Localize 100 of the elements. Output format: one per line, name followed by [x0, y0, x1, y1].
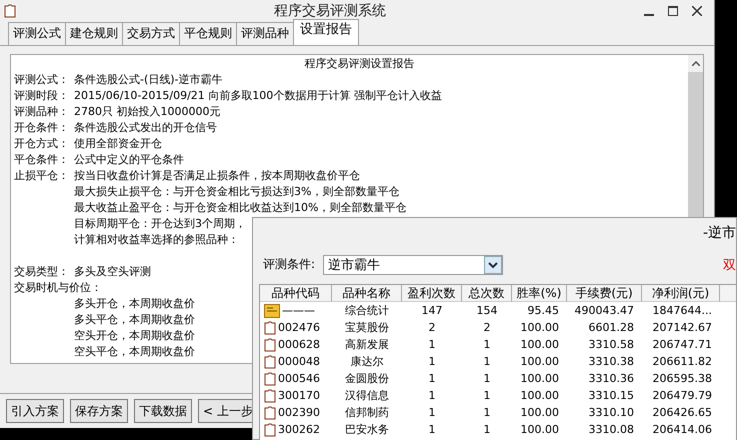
- close-icon[interactable]: [692, 6, 702, 16]
- table-cell: 1: [428, 406, 436, 419]
- report-label: 评测时段：: [14, 88, 70, 104]
- table-cell: 206611.82: [652, 355, 712, 368]
- document-icon: [264, 372, 276, 386]
- table-cell: 1: [484, 372, 490, 385]
- table-cell: 1: [428, 338, 436, 351]
- table-cell: 金圆股份: [345, 372, 389, 385]
- report-value: 条件选股公式-(日线)-逆市霸牛: [74, 72, 223, 88]
- report-value: 公式中定义的平仓条件: [74, 152, 184, 168]
- app-icon: [4, 4, 16, 18]
- report-value: 多头开仓，本周期收盘价: [74, 296, 195, 312]
- report-value: 2015/06/10-2015/09/21 向前多取100个数据用于计算 强制平仓计入收益: [74, 88, 442, 104]
- report-value: 2780只 初始投入1000000元: [74, 104, 220, 120]
- table-cell: 100.00: [520, 355, 559, 368]
- report-label: 开仓条件：: [14, 120, 70, 136]
- report-value: 计算相对收益率选择的参照品种：: [74, 232, 239, 248]
- condition-dropdown[interactable]: 逆市霸牛: [323, 254, 504, 274]
- table-cell: 3310.08: [588, 423, 634, 436]
- table-cell: 100.00: [520, 389, 559, 402]
- table-cell: 3310.15: [588, 389, 634, 402]
- table-cell: 490043.47: [574, 304, 634, 317]
- table-cell-text: 000546: [278, 371, 320, 387]
- hint-text: 双: [723, 256, 736, 274]
- table-cell-text: 002390: [278, 405, 320, 421]
- table-cell-text: 300262: [278, 422, 320, 438]
- table-cell: 高新发展: [345, 338, 389, 351]
- table-cell: 康达尔: [350, 355, 384, 368]
- table-cell: 1: [428, 372, 436, 385]
- report-value: 空头开仓，本周期收盘价: [74, 328, 195, 344]
- report-value: 多头及空头评测: [74, 264, 151, 280]
- table-cell: 1: [484, 389, 490, 402]
- table-cell: 巴安水务: [345, 423, 389, 436]
- document-icon: [264, 320, 276, 334]
- table-cell: 1: [484, 338, 490, 351]
- table-cell: 3310.38: [588, 355, 634, 368]
- column-header[interactable]: 手续费(元): [567, 285, 642, 302]
- table-cell-text: 000048: [278, 354, 320, 370]
- toolbar-button[interactable]: 下载数据: [134, 399, 192, 423]
- table-cell: 信邦制药: [345, 406, 389, 419]
- table-cell: 154: [476, 304, 498, 317]
- table-cell: 1847644...: [652, 304, 712, 317]
- report-value: 多头平仓，本周期收盘价: [74, 312, 195, 328]
- report-label: 止损平仓：: [14, 168, 70, 184]
- report-label: 平仓条件：: [14, 152, 70, 168]
- table-cell: 6601.28: [588, 321, 634, 334]
- column-header[interactable]: 品种名称: [332, 285, 402, 302]
- tab[interactable]: 设置报告: [293, 19, 359, 45]
- document-icon: [264, 354, 276, 368]
- report-label: 开仓方式：: [14, 136, 70, 152]
- report-value: 空头平仓，本周期收盘价: [74, 344, 195, 360]
- table-cell: 2: [428, 321, 436, 334]
- column-header[interactable]: 胜率(%): [512, 285, 567, 302]
- table-cell: 3310.58: [588, 338, 634, 351]
- table-cell: 206426.65: [652, 406, 712, 419]
- toolbar-button[interactable]: 保存方案: [70, 399, 128, 423]
- window-title: 程序交易评测系统: [273, 2, 387, 20]
- table-cell-text: 002476: [278, 320, 320, 336]
- table-cell-text: 300170: [278, 388, 320, 404]
- table-cell: 100.00: [520, 338, 559, 351]
- table-cell: 1: [484, 406, 490, 419]
- table-cell: 100.00: [520, 406, 559, 419]
- table-cell: 1: [484, 355, 490, 368]
- scroll-up-icon[interactable]: [692, 61, 700, 66]
- maximize-icon[interactable]: [668, 6, 678, 16]
- table-cell-text: 000628: [278, 337, 320, 353]
- column-header[interactable]: 品种代码: [260, 285, 332, 302]
- report-label: 交易时机与价位：: [14, 280, 102, 296]
- table-cell: 1: [428, 389, 436, 402]
- table-cell: 1: [484, 423, 490, 436]
- report-label: 评测公式：: [14, 72, 70, 88]
- table-cell: 206747.71: [652, 338, 712, 351]
- table-cell: 100.00: [520, 372, 559, 385]
- report-value: 使用全部资金开仓: [74, 136, 162, 152]
- column-header[interactable]: 总次数: [462, 285, 512, 302]
- report-value: 最大损失止损平仓：与开仓资金相比亏损达到3%，则全部数量平仓: [74, 184, 400, 200]
- window-title: -逆市: [702, 225, 736, 241]
- table-cell: 1: [428, 423, 436, 436]
- table-cell: 汉得信息: [345, 389, 389, 402]
- column-header[interactable]: 净利润(元): [642, 285, 720, 302]
- table-cell: 宝莫股份: [345, 321, 389, 334]
- table-cell-text: ———: [282, 303, 315, 319]
- table-cell: 206595.38: [652, 372, 712, 385]
- document-icon: [264, 422, 276, 436]
- table-cell: 100.00: [520, 321, 559, 334]
- table-cell: 1: [428, 355, 436, 368]
- table-cell: 95.45: [528, 304, 559, 317]
- table-cell: 2: [484, 321, 490, 334]
- table-cell: 100.00: [520, 423, 559, 436]
- tab[interactable]: 评测公式: [8, 22, 66, 45]
- report-label: 交易类型：: [14, 264, 70, 280]
- table-cell: 综合统计: [345, 304, 389, 317]
- table-cell: 3310.10: [588, 406, 634, 419]
- report-value: 按当日收盘价计算是否满足止损条件，按本周期收盘价平仓: [74, 168, 360, 184]
- table-cell: 206479.79: [652, 389, 712, 402]
- report-value: 条件选股公式发出的开仓信号: [74, 120, 217, 136]
- column-header[interactable]: 盈利次数: [402, 285, 462, 302]
- document-icon: [264, 406, 276, 420]
- toolbar-button[interactable]: 引入方案: [6, 399, 64, 423]
- condition-label: 评测条件:: [263, 256, 316, 273]
